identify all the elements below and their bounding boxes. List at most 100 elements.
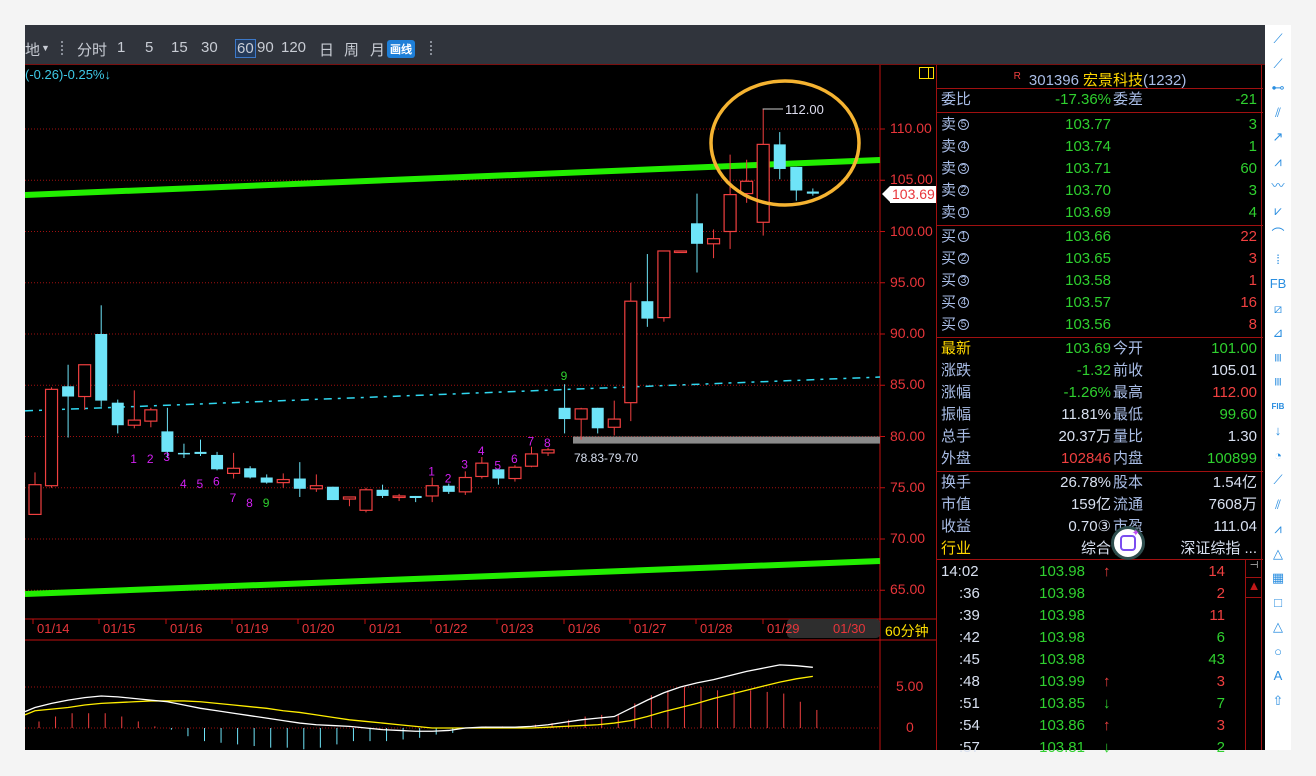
bid-price: 103.66 [1065, 228, 1111, 245]
bars-tool-icon[interactable]: ||| [1268, 348, 1288, 368]
triangle-tool-icon[interactable]: △ [1268, 544, 1288, 564]
wave-tool-icon[interactable]: 〰 [1268, 176, 1288, 196]
wave2-tool-icon[interactable]: ⩗ [1268, 201, 1288, 221]
candle-body [161, 431, 174, 452]
tick-row: :57 103.81 ↓ 2 [937, 737, 1245, 759]
tick-row: :45 103.98 43 [937, 649, 1245, 671]
ask-row: 卖 3 103.71 60 [937, 158, 1263, 180]
cycle-tool-icon[interactable]: ⁞ [1268, 250, 1288, 270]
stat-value: 1.30 [1227, 428, 1257, 445]
label: 委比 [941, 91, 972, 108]
stat-value: 7608万 [1208, 496, 1257, 513]
value: -17.36% [1055, 91, 1111, 108]
line2-tool-icon[interactable]: ⫽ [1268, 495, 1288, 515]
stat-row: 总手 20.37万 量比 1.30 [937, 426, 1263, 448]
candle-body [28, 484, 42, 515]
tick-direction-icon: ↑ [1103, 563, 1111, 580]
candle-body [691, 223, 703, 244]
triangle2-tool-icon[interactable]: △ [1268, 617, 1288, 637]
grid-tool-icon[interactable]: ▦ [1268, 568, 1288, 588]
candle-body [607, 418, 621, 428]
candle-body [227, 467, 241, 474]
dif-line [24, 664, 813, 732]
tick-price: 103.98 [1039, 651, 1085, 668]
industry-value[interactable]: 综合 [1081, 538, 1111, 560]
arc-tool-icon[interactable]: ⌒ [1268, 225, 1288, 245]
channel-tool-icon[interactable]: ⧄ [1268, 299, 1288, 319]
triangle-up-icon[interactable]: ▲ [1246, 578, 1262, 598]
price-axis-label: 95.00 [890, 273, 926, 290]
level-badge: 5 [958, 319, 970, 330]
gauge-tool-icon[interactable]: ◔ [1268, 446, 1288, 466]
pin-icon[interactable]: ⊣ [1246, 560, 1262, 578]
candle-body [790, 166, 803, 191]
bid-label: 买2 [941, 248, 970, 270]
line-tool-icon[interactable]: ⟋ [1268, 29, 1288, 49]
stat-label: 流通 [1113, 496, 1144, 513]
ask-row: 卖 2 103.70 3 [937, 180, 1263, 202]
td-sequence-label: 6 [213, 475, 220, 489]
gann-tool-icon[interactable]: ⊿ [1268, 323, 1288, 343]
date-label: 01/29 [767, 621, 800, 636]
stat-value: 11.81% [1061, 406, 1111, 423]
fib-fan-tool-icon[interactable]: FIB [1268, 397, 1288, 417]
bid-row: 买 5 103.56 8 [937, 314, 1263, 336]
bid-volume: 1 [1248, 272, 1257, 289]
date-label: 01/21 [369, 621, 402, 636]
date-label: 01/14 [37, 621, 70, 636]
speed-tool-icon[interactable]: ⟋ [1268, 470, 1288, 490]
parallel-tool-icon[interactable]: ⫽ [1268, 103, 1288, 123]
segment-tool-icon[interactable]: ⊷ [1268, 78, 1288, 98]
ask-price: 103.77 [1065, 116, 1111, 133]
tick-price: 103.98 [1039, 585, 1085, 602]
down-arrow-tool-icon[interactable]: ↓ [1268, 421, 1288, 441]
candle-body [409, 495, 422, 498]
tick-price: 103.98 [1039, 563, 1085, 580]
tick-direction-icon: ↓ [1103, 739, 1111, 756]
stat-label: 最新 [941, 340, 972, 357]
ask-volume: 1 [1248, 138, 1257, 155]
bars2-tool-icon[interactable]: ||| [1268, 372, 1288, 392]
tick-time: :57 [959, 739, 980, 756]
zigzag-tool-icon[interactable]: ⩘ [1268, 152, 1288, 172]
price-axis-label: 100.00 [890, 222, 933, 239]
period-label[interactable]: 60分钟 [885, 621, 929, 641]
candle-body [641, 301, 654, 319]
ai-assistant-button[interactable] [1111, 526, 1145, 560]
stat-label: 今开 [1113, 340, 1144, 357]
candle-body [624, 300, 638, 404]
ask-label: 卖4 [941, 136, 970, 158]
ask-label: 卖5 [941, 114, 970, 136]
arrow-tool-icon[interactable]: ↗ [1268, 127, 1288, 147]
ray-tool-icon[interactable]: ⟋ [1268, 54, 1288, 74]
stat-value: 103.69 [1065, 340, 1111, 357]
tick-row: :36 103.98 2 [937, 583, 1245, 605]
stat-value: 100899 [1206, 450, 1257, 467]
candle-body [111, 402, 124, 426]
tick-time: :36 [959, 585, 980, 602]
candle-body [127, 419, 141, 426]
fib-tool-icon[interactable]: FB [1268, 274, 1288, 294]
tick-volume: 7 [1216, 695, 1225, 712]
candle-body [392, 495, 406, 499]
rect-tool-icon[interactable]: □ [1268, 593, 1288, 613]
stat-label: 总手 [941, 428, 972, 445]
ask-volume: 60 [1240, 160, 1257, 177]
stat-row: 外盘 102846 内盘 100899 [937, 448, 1263, 470]
text-tool-icon[interactable]: A [1268, 666, 1288, 686]
pitch-tool-icon[interactable]: ⩘ [1268, 519, 1288, 539]
td-sequence-label: 8 [544, 436, 551, 450]
stat-label: 股本 [1113, 474, 1144, 491]
concept-value[interactable]: 深证综指 ... [1180, 538, 1257, 560]
up-tool-icon[interactable]: ⇧ [1268, 691, 1288, 711]
candle-body [673, 250, 688, 254]
layout-toggle-icon[interactable] [919, 67, 934, 79]
ellipse-tool-icon[interactable]: ○ [1268, 642, 1288, 662]
candle-body [326, 486, 339, 501]
stat-row: 涨幅 -1.26% 最高 112.00 [937, 382, 1263, 404]
date-label: 01/20 [302, 621, 335, 636]
ask-price: 103.74 [1065, 138, 1111, 155]
candle-body [425, 485, 439, 497]
ask-label: 卖1 [941, 202, 970, 224]
stat-row: 换手 26.78% 股本 1.54亿 [937, 472, 1263, 494]
